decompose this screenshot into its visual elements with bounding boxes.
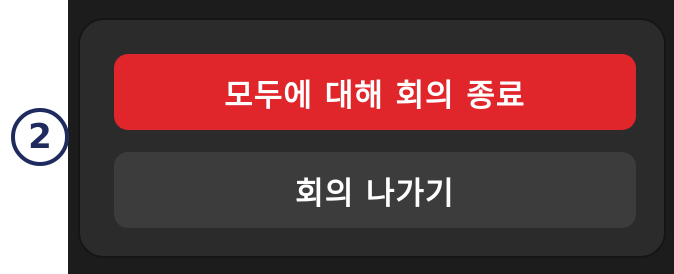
screenshot-stage: 모두에 대해 회의 종료 회의 나가기 2 [0,0,674,274]
leave-meeting-button[interactable]: 회의 나가기 [114,152,636,228]
step-number-badge: 2 [11,108,69,166]
end-meeting-popup: 모두에 대해 회의 종료 회의 나가기 [78,18,666,258]
end-meeting-for-all-button[interactable]: 모두에 대해 회의 종료 [114,54,636,130]
